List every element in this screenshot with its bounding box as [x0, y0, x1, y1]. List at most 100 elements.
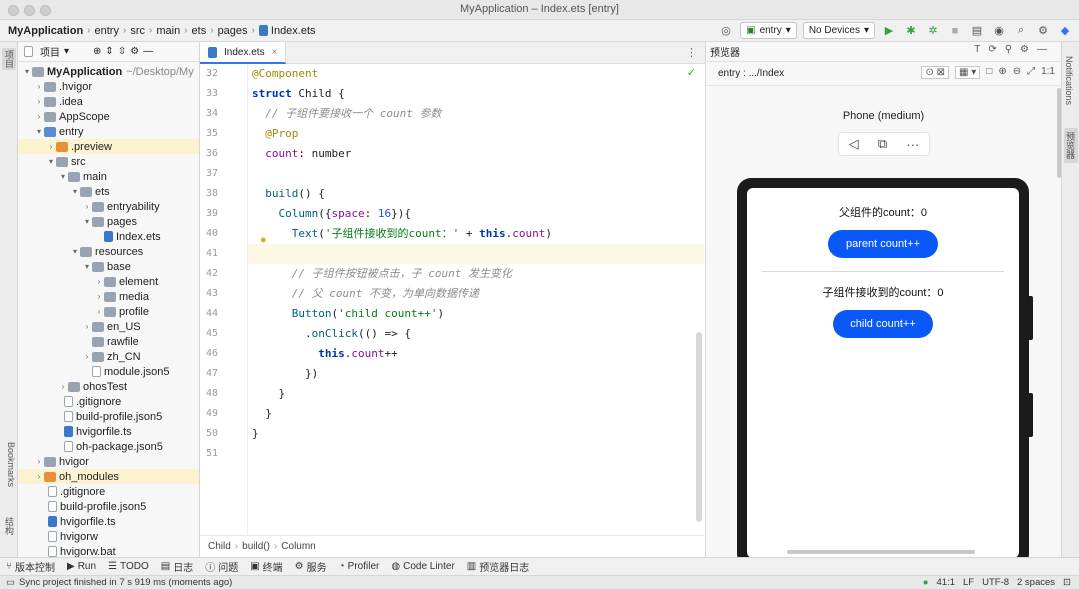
tree-item-zh-cn[interactable]: › zh_CN — [18, 349, 199, 364]
tree-item-resources[interactable]: ▾ resources — [18, 244, 199, 259]
fullscreen-icon[interactable]: □ — [986, 66, 992, 79]
problems-tab[interactable]: ⓘ 问题 — [205, 559, 238, 574]
run-icon[interactable]: ▶ — [881, 23, 897, 39]
chevron-right-icon[interactable]: › — [94, 307, 104, 316]
tree-item-idea[interactable]: › .idea — [18, 94, 199, 109]
tree-item-hvigor-dir[interactable]: › .hvigor — [18, 79, 199, 94]
code-area[interactable]: @Component struct Child { // 子组件要接收一个 co… — [248, 64, 704, 535]
search-icon[interactable]: ⌕ — [1013, 23, 1029, 39]
services-tab[interactable]: ⚙ 服务 — [295, 559, 327, 574]
chevron-down-icon[interactable]: ▾ — [46, 157, 56, 166]
chevron-right-icon[interactable]: › — [34, 472, 44, 481]
chevron-right-icon[interactable]: › — [94, 277, 104, 286]
chevron-down-icon[interactable]: ▾ — [82, 262, 92, 271]
status-message[interactable]: Sync project finished in 7 s 919 ms (mom… — [19, 577, 232, 588]
tree-item-module-json5[interactable]: module.json5 — [18, 364, 199, 379]
chevron-down-icon[interactable]: ▾ — [70, 187, 80, 196]
inspector-icon[interactable]: ⊙ ⊠ — [921, 66, 950, 79]
project-tool-tab[interactable]: 项目 — [2, 48, 16, 70]
chevron-right-icon[interactable]: › — [82, 202, 92, 211]
chevron-right-icon[interactable]: › — [94, 292, 104, 301]
chevron-right-icon[interactable]: › — [82, 352, 92, 361]
chevron-right-icon[interactable]: › — [34, 97, 44, 106]
chevron-right-icon[interactable]: › — [58, 382, 68, 391]
actual-size-icon[interactable]: 1:1 — [1041, 66, 1055, 79]
structure-tool-tab[interactable]: 结构 — [2, 517, 16, 535]
tree-item-entryability[interactable]: › entryability — [18, 199, 199, 214]
tree-item-build-profile[interactable]: build-profile.json5 — [18, 499, 199, 514]
previewer-log-tab[interactable]: ▥ 预览器日志 — [467, 559, 529, 574]
run-config-select[interactable]: ▣ entry ▾ — [740, 22, 797, 39]
chevron-right-icon[interactable]: › — [34, 457, 44, 466]
terminal-tab[interactable]: ▣ 终端 — [250, 559, 282, 574]
zoom-out-icon[interactable]: ⊖ — [1013, 66, 1021, 79]
pin-icon[interactable]: ⚲ — [1005, 44, 1012, 55]
version-control-tab[interactable]: ⑂ 版本控制 — [6, 559, 55, 574]
zoom-in-icon[interactable]: ⊕ — [998, 66, 1006, 79]
tree-item-entry[interactable]: ▾ entry — [18, 124, 199, 139]
rotate-icon[interactable]: ⧉ — [878, 136, 887, 152]
code-linter-tab[interactable]: ◍ Code Linter — [391, 561, 454, 572]
tree-item-rawfile[interactable]: rawfile — [18, 334, 199, 349]
tree-item-profile[interactable]: › profile — [18, 304, 199, 319]
device-manager-icon[interactable]: ▤ — [969, 23, 985, 39]
more-icon[interactable]: ⋮ — [686, 46, 697, 59]
run-tab[interactable]: ▶ Run — [67, 561, 96, 572]
attach-debugger-icon[interactable]: ✲ — [925, 23, 941, 39]
text-icon[interactable]: T — [974, 44, 980, 55]
chevron-right-icon[interactable]: › — [46, 142, 56, 151]
multi-device-icon[interactable]: ▦ ▾ — [955, 66, 981, 79]
tree-item-entry-gitignore[interactable]: .gitignore — [18, 394, 199, 409]
tree-item-en-us[interactable]: › en_US — [18, 319, 199, 334]
expand-all-icon[interactable]: ⇳ — [118, 46, 126, 57]
tree-item-ohostest[interactable]: › ohosTest — [18, 379, 199, 394]
gear-icon[interactable]: ⚙ — [1020, 44, 1029, 55]
ide-logo-icon[interactable]: ◆ — [1057, 23, 1073, 39]
notifications-tool-tab[interactable]: Notifications — [1064, 56, 1078, 105]
previewer-tool-tab[interactable]: 预览器 — [1064, 128, 1078, 163]
tree-item-ets[interactable]: ▾ ets — [18, 184, 199, 199]
parent-count-button[interactable]: parent count++ — [828, 230, 938, 258]
more-icon[interactable]: ··· — [906, 137, 919, 152]
tree-item-hvigor[interactable]: › hvigor — [18, 454, 199, 469]
crumb-entry[interactable]: entry — [95, 25, 119, 37]
crumb-pages[interactable]: pages — [218, 25, 248, 37]
collapse-all-icon[interactable]: ⇕ — [105, 46, 113, 57]
refresh-icon[interactable]: ⟳ — [988, 44, 996, 55]
close-icon[interactable]: × — [272, 47, 278, 58]
crumb-ets[interactable]: ets — [192, 25, 207, 37]
tree-item-entry-oh-package[interactable]: oh-package.json5 — [18, 439, 199, 454]
tree-item-entry-hvigorfile[interactable]: hvigorfile.ts — [18, 424, 199, 439]
stop-icon[interactable]: ■ — [947, 23, 963, 39]
child-count-button[interactable]: child count++ — [833, 310, 933, 338]
fit-icon[interactable]: ⤢ — [1027, 66, 1035, 79]
project-panel-title[interactable]: 项目 — [40, 44, 60, 59]
target-icon[interactable]: ◎ — [718, 23, 734, 39]
tree-item-myapplication[interactable]: ▾ MyApplication ~/Desktop/My — [18, 64, 199, 79]
file-encoding[interactable]: UTF-8 — [982, 577, 1009, 588]
crumb-file[interactable]: Index.ets — [271, 25, 316, 37]
tree-item-index-ets[interactable]: Index.ets — [18, 229, 199, 244]
back-icon[interactable]: ◁ — [849, 136, 859, 152]
crumb-project[interactable]: MyApplication — [8, 25, 83, 37]
profiler-tab[interactable]: ◔ Profiler — [339, 561, 380, 572]
tree-item-hvigorfile[interactable]: hvigorfile.ts — [18, 514, 199, 529]
tab-index-ets[interactable]: Index.ets × — [200, 42, 287, 64]
chevron-right-icon[interactable]: › — [34, 82, 44, 91]
todo-tab[interactable]: ☰ TODO — [108, 561, 149, 572]
editor-scrollbar[interactable] — [696, 332, 702, 522]
gear-icon[interactable]: ⚙ — [1035, 23, 1051, 39]
tree-item-entry-build-profile[interactable]: build-profile.json5 — [18, 409, 199, 424]
tree-item-gitignore[interactable]: .gitignore — [18, 484, 199, 499]
chevron-down-icon[interactable]: ▾ — [58, 172, 68, 181]
locate-icon[interactable]: ⊕ — [93, 46, 101, 57]
tree-item-element[interactable]: › element — [18, 274, 199, 289]
hide-icon[interactable]: — — [1037, 44, 1047, 55]
tree-item-preview[interactable]: › .preview — [18, 139, 199, 154]
tree-item-hvigorw[interactable]: hvigorw — [18, 529, 199, 544]
chevron-down-icon[interactable]: ▾ — [70, 247, 80, 256]
checkmark-icon[interactable]: ✓ — [687, 66, 696, 79]
gear-icon[interactable]: ⚙ — [130, 46, 139, 57]
tree-item-appscope[interactable]: › AppScope — [18, 109, 199, 124]
line-separator[interactable]: LF — [963, 577, 974, 588]
